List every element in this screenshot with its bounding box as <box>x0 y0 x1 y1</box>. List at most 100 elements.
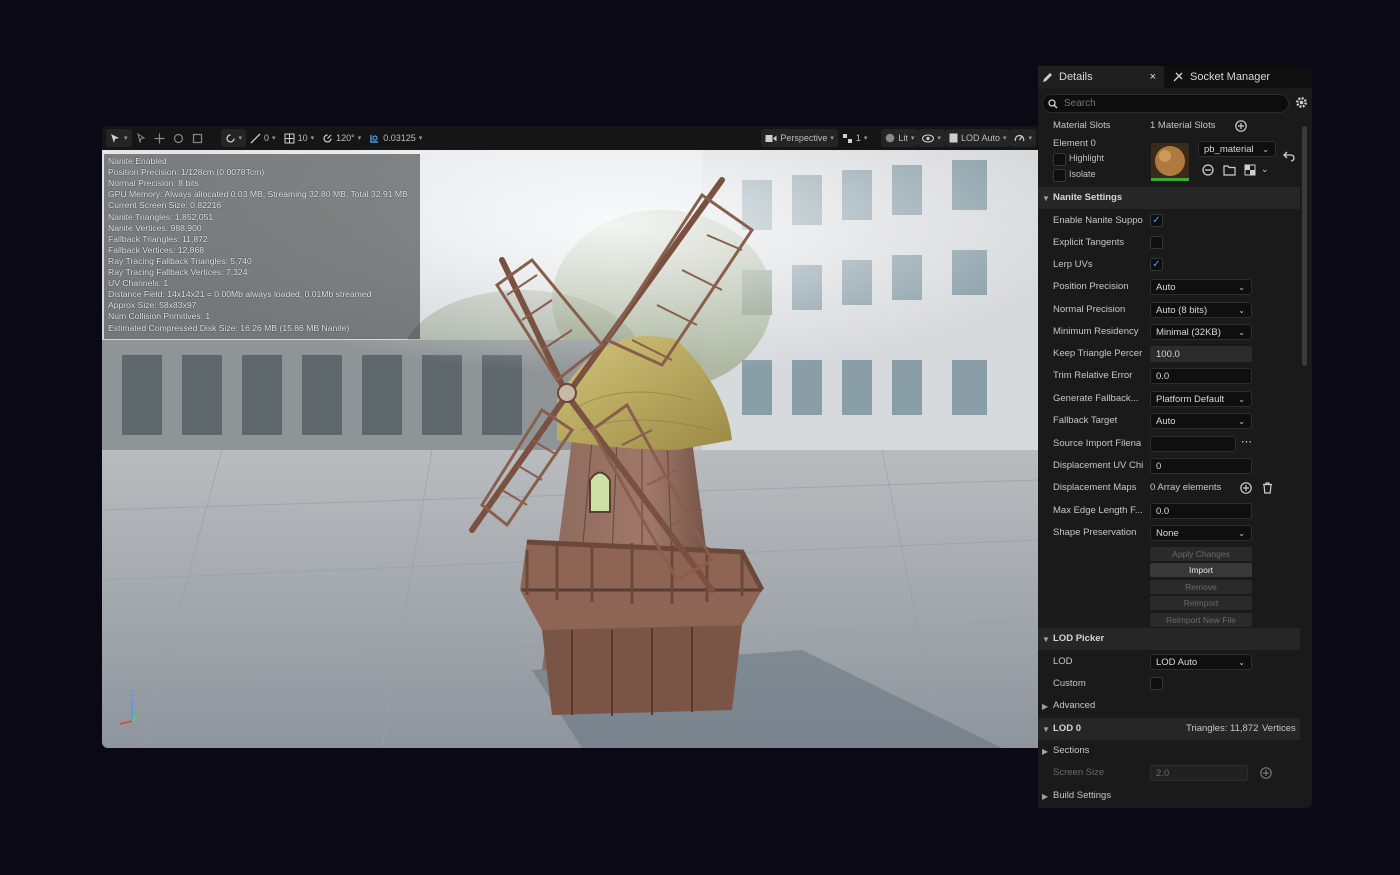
shape-preservation-label: Shape Preservation <box>1053 527 1137 538</box>
lod-picker-header[interactable]: ▼ LOD Picker <box>1038 628 1300 650</box>
view-mode-dropdown[interactable]: Perspective ▾ <box>761 129 838 147</box>
source-import-field[interactable] <box>1150 436 1236 452</box>
search-row <box>1038 90 1312 116</box>
max-edge-field[interactable]: 0.0 <box>1150 503 1252 519</box>
normal-precision-dropdown[interactable]: Auto (8 bits) ⌄ <box>1150 302 1252 318</box>
cursor-icon <box>111 133 119 143</box>
add-slot-icon[interactable] <box>1235 120 1247 132</box>
grid-snap-button[interactable]: 10 ▾ <box>280 129 319 147</box>
material-options-chevron-icon[interactable]: ⌄ <box>1261 164 1269 175</box>
advanced-label: Advanced <box>1053 700 1096 711</box>
level-viewport[interactable]: ▾ ▾ 0 ▾ 10 ▾ 120° ▾ 0.03125 ▾ Perspectiv… <box>102 126 1038 748</box>
panel-scrollbar[interactable] <box>1302 126 1307 366</box>
tab-details-label: Details <box>1059 71 1093 83</box>
tab-socket-manager[interactable]: Socket Manager <box>1172 66 1312 88</box>
material-slots-label: Material Slots <box>1053 120 1111 131</box>
coordinate-space-button[interactable]: ▾ <box>220 129 247 147</box>
stat-line: Num Collision Primitives: 1 <box>108 311 211 322</box>
select-tool-button[interactable] <box>132 129 150 147</box>
translate-tool-button[interactable] <box>150 129 169 147</box>
apply-changes-button[interactable]: Apply Changes <box>1150 547 1252 561</box>
advanced-row[interactable]: ▶ Advanced <box>1038 695 1300 717</box>
lod0-title: LOD 0 <box>1053 723 1081 734</box>
fallback-target-value: Auto <box>1156 416 1176 427</box>
material-name: pb_material <box>1204 144 1254 155</box>
build-settings-label: Build Settings <box>1053 790 1112 801</box>
reimport-new-file-button[interactable]: Reimport New File <box>1150 613 1252 627</box>
more-options-icon[interactable]: ⋯ <box>1241 435 1252 448</box>
rotate-tool-button[interactable] <box>169 129 188 147</box>
shape-preservation-dropdown[interactable]: None ⌄ <box>1150 525 1252 541</box>
performance-dropdown[interactable]: ▾ <box>1010 129 1036 147</box>
viewport-toolbar: ▾ ▾ 0 ▾ 10 ▾ 120° ▾ 0.03125 ▾ Perspectiv… <box>102 126 1038 150</box>
select-mode-button[interactable]: ▾ <box>106 129 132 147</box>
use-selected-icon[interactable] <box>1202 164 1214 176</box>
fallback-target-label: Fallback Target <box>1053 415 1118 426</box>
isolate-label: Isolate <box>1069 169 1096 179</box>
collapsed-arrow-icon: ▶ <box>1042 792 1049 801</box>
trim-error-field[interactable]: 0.0 <box>1150 368 1252 384</box>
expand-arrow-icon: ▼ <box>1042 635 1050 644</box>
search-box[interactable] <box>1042 94 1289 113</box>
stat-line: Distance Field: 14x14x21 = 0.00Mb always… <box>108 289 372 300</box>
search-icon <box>1048 98 1058 108</box>
trash-icon[interactable] <box>1262 482 1273 494</box>
position-precision-dropdown[interactable]: Auto ⌄ <box>1150 279 1252 295</box>
tab-details[interactable]: Details × <box>1038 66 1164 88</box>
stat-line: Estimated Compressed Disk Size: 16.26 MB… <box>108 322 350 333</box>
enable-nanite-checkbox[interactable]: ✓ <box>1150 214 1163 227</box>
lerp-uvs-checkbox[interactable]: ✓ <box>1150 258 1163 271</box>
camera-speed-button[interactable]: 0.03125 ▾ <box>365 129 426 147</box>
search-input[interactable] <box>1064 98 1264 109</box>
checker-icon[interactable] <box>1244 164 1256 176</box>
stat-line: Ray Tracing Fallback Triangles: 5,740 <box>108 255 252 266</box>
remove-button[interactable]: Remove <box>1150 580 1252 594</box>
generate-fallback-value: Platform Default <box>1156 394 1225 405</box>
generate-fallback-row: Generate Fallback... Platform Default ⌄ <box>1038 388 1300 410</box>
isolate-checkbox[interactable] <box>1053 169 1066 182</box>
browse-folder-icon[interactable] <box>1223 164 1236 176</box>
explicit-tangents-checkbox[interactable] <box>1150 236 1163 249</box>
screen-size-field[interactable]: 2.0 <box>1150 765 1248 781</box>
normal-precision-value: Auto (8 bits) <box>1156 305 1208 316</box>
build-settings-row[interactable]: ▶ Build Settings <box>1038 785 1300 807</box>
highlight-checkbox[interactable] <box>1053 153 1066 166</box>
minimum-residency-label: Minimum Residency <box>1053 326 1139 337</box>
import-button[interactable]: Import <box>1150 563 1252 577</box>
generate-fallback-dropdown[interactable]: Platform Default ⌄ <box>1150 391 1252 407</box>
scale-tool-button[interactable] <box>188 129 207 147</box>
nanite-settings-header[interactable]: ▼ Nanite Settings <box>1038 187 1300 209</box>
position-precision-label: Position Precision <box>1053 281 1129 292</box>
add-screen-size-icon[interactable] <box>1260 767 1272 779</box>
angle-snap-button[interactable]: 120° ▾ <box>318 129 365 147</box>
lighting-dropdown[interactable]: Lit ▾ <box>881 129 919 147</box>
layout-dropdown[interactable]: 1 ▾ <box>838 129 872 147</box>
material-dropdown[interactable]: pb_material ⌄ <box>1198 141 1276 157</box>
add-element-icon[interactable] <box>1240 482 1252 494</box>
close-tab-icon[interactable]: × <box>1150 71 1156 83</box>
keep-triangle-label: Keep Triangle Percer <box>1053 348 1143 359</box>
settings-gear-icon[interactable] <box>1295 96 1308 109</box>
lod-dropdown[interactable]: LOD Auto ⌄ <box>1150 654 1252 670</box>
material-thumbnail[interactable] <box>1151 143 1189 181</box>
lod0-header[interactable]: ▼ LOD 0 Triangles: 11,872 Vertices <box>1038 718 1300 740</box>
layout-icon <box>842 133 852 143</box>
screen-size-row: Screen Size 2.0 <box>1038 762 1300 784</box>
reimport-button[interactable]: Reimport <box>1150 596 1252 610</box>
lod-dropdown[interactable]: LOD Auto ▾ <box>944 129 1011 147</box>
fallback-target-dropdown[interactable]: Auto ⌄ <box>1150 413 1252 429</box>
minimum-residency-dropdown[interactable]: Minimal (32KB) ⌄ <box>1150 324 1252 340</box>
custom-checkbox[interactable] <box>1150 677 1163 690</box>
surface-snap-button[interactable]: 0 ▾ <box>246 129 280 147</box>
shape-preservation-value: None <box>1156 528 1179 539</box>
reset-arrow-icon[interactable] <box>1283 150 1295 162</box>
lod-picker-title: LOD Picker <box>1053 633 1105 644</box>
show-flags-dropdown[interactable]: ▾ <box>918 129 945 147</box>
chevron-down-icon: ⌄ <box>1238 306 1245 315</box>
sections-row[interactable]: ▶ Sections <box>1038 740 1300 762</box>
normal-precision-label: Normal Precision <box>1053 304 1126 315</box>
axis-gizmo: Z <box>119 688 139 725</box>
keep-triangle-field[interactable]: 100.0 <box>1150 346 1252 362</box>
displacement-uv-field[interactable]: 0 <box>1150 458 1252 474</box>
max-edge-row: Max Edge Length F... 0.0 <box>1038 500 1300 522</box>
